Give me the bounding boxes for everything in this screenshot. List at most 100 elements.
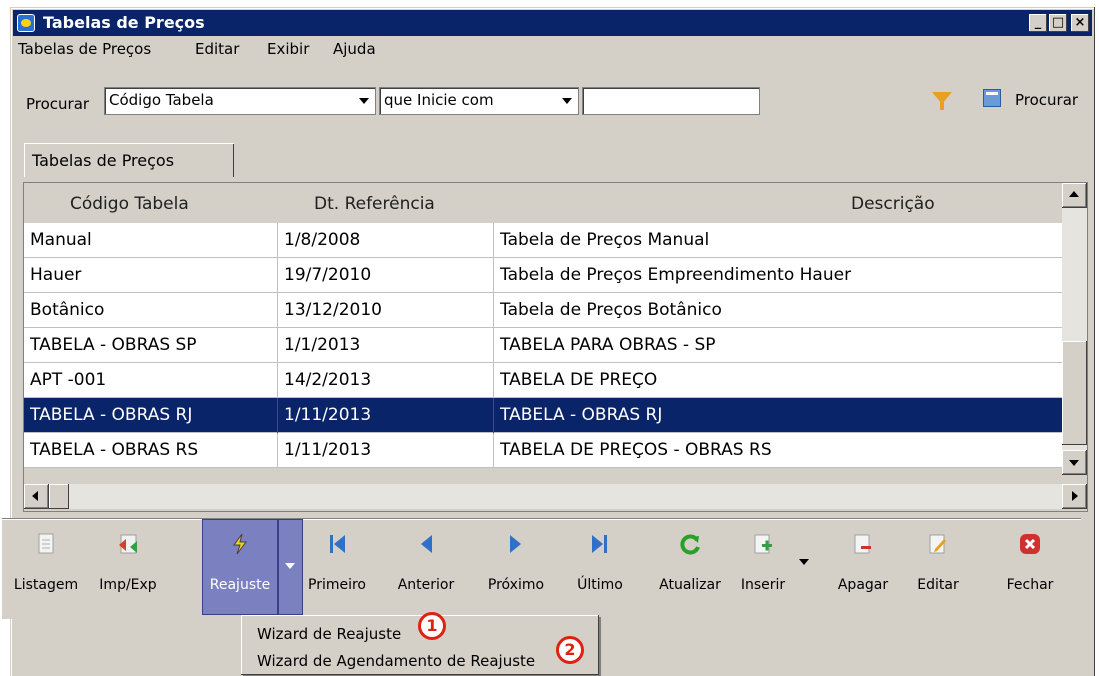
cell-codigo: TABELA - OBRAS RS <box>24 433 278 468</box>
next-record-icon <box>510 535 521 553</box>
search-window-icon[interactable] <box>983 89 1001 107</box>
first-record-icon <box>330 535 345 553</box>
menu-editar[interactable]: Editar <box>195 40 239 58</box>
editar-button[interactable]: Editar <box>912 519 964 615</box>
data-grid: Código Tabela Dt. Referência Descrição M… <box>23 182 1088 512</box>
cell-descricao: Tabela de Preços Botânico <box>500 300 722 320</box>
apagar-label: Apagar <box>837 577 889 593</box>
scroll-left-button[interactable] <box>24 484 49 509</box>
cell-data: 14/2/2013 <box>278 363 494 398</box>
proximo-label: Próximo <box>487 577 545 593</box>
cell-codigo: Manual <box>24 223 278 258</box>
document-icon <box>38 533 54 554</box>
arrow-up-icon <box>1069 191 1079 197</box>
window-title: Tabelas de Preços <box>43 13 205 32</box>
impexp-button[interactable]: Imp/Exp <box>88 519 168 615</box>
search-button[interactable]: Procurar <box>1015 91 1078 109</box>
atualizar-button[interactable]: Atualizar <box>652 519 728 615</box>
arrow-right-icon <box>1072 491 1078 501</box>
ultimo-button[interactable]: Último <box>574 519 626 615</box>
cell-descricao: TABELA DE PREÇOS - OBRAS RS <box>500 440 772 460</box>
close-icon <box>1020 534 1040 554</box>
menu-ajuda[interactable]: Ajuda <box>333 40 376 58</box>
scroll-up-button[interactable] <box>1062 183 1087 208</box>
menu-exibir[interactable]: Exibir <box>267 40 309 58</box>
menu-item-wizard-reajuste[interactable]: Wizard de Reajuste <box>257 625 401 643</box>
inserir-dropdown-arrow[interactable] <box>799 559 809 565</box>
cell-data: 13/12/2010 <box>278 293 494 328</box>
impexp-label: Imp/Exp <box>99 577 157 593</box>
cell-data: 1/1/2013 <box>278 328 494 363</box>
filter-icon[interactable] <box>932 92 952 110</box>
lightning-icon <box>233 533 247 555</box>
menu-tabelas[interactable]: Tabelas de Preços <box>18 40 151 58</box>
refresh-icon <box>680 534 700 555</box>
cell-data: 1/11/2013 <box>278 398 494 433</box>
cell-codigo: Hauer <box>24 258 278 293</box>
table-row-selected[interactable]: TABELA - OBRAS RJ 1/11/2013 TABELA - OBR… <box>24 398 1062 433</box>
table-row[interactable]: Botânico 13/12/2010 Tabela de Preços Bot… <box>24 293 1062 328</box>
search-condition-value: que Inicie com <box>384 91 494 109</box>
anterior-button[interactable]: Anterior <box>394 519 458 615</box>
app-icon <box>17 14 35 32</box>
add-document-icon <box>754 534 772 554</box>
column-header-codigo[interactable]: Código Tabela <box>70 194 189 214</box>
primeiro-button[interactable]: Primeiro <box>304 519 370 615</box>
table-row[interactable]: APT -001 14/2/2013 TABELA DE PREÇO <box>24 363 1062 398</box>
chevron-down-icon <box>562 98 572 104</box>
cell-codigo: APT -001 <box>24 363 278 398</box>
cell-data: 1/11/2013 <box>278 433 494 468</box>
menu-bar: Tabelas de Preços Editar Exibir Ajuda <box>13 38 1092 60</box>
delete-document-icon <box>854 534 871 554</box>
cell-descricao: TABELA DE PREÇO <box>500 370 658 390</box>
tab-tabelas-de-precos[interactable]: Tabelas de Preços <box>24 143 234 177</box>
search-field-value: Código Tabela <box>109 91 214 109</box>
horizontal-scrollbar[interactable] <box>24 484 1087 509</box>
fechar-label: Fechar <box>1006 577 1054 593</box>
hscroll-thumb[interactable] <box>49 484 69 509</box>
search-input[interactable] <box>582 87 760 115</box>
search-condition-select[interactable]: que Inicie com <box>379 87 579 115</box>
ultimo-label: Último <box>577 577 623 593</box>
cell-descricao: Tabela de Preços Manual <box>500 230 710 250</box>
title-bar[interactable]: Tabelas de Preços _ □ × <box>13 10 1092 36</box>
listagem-label: Listagem <box>13 577 79 593</box>
fechar-button[interactable]: Fechar <box>1000 519 1060 615</box>
cell-descricao: Tabela de Preços Empreendimento Hauer <box>500 265 852 285</box>
last-record-icon <box>592 535 607 553</box>
apagar-button[interactable]: Apagar <box>832 519 894 615</box>
arrow-left-icon <box>32 491 38 501</box>
table-row[interactable]: Hauer 19/7/2010 Tabela de Preços Empreen… <box>24 258 1062 293</box>
primeiro-label: Primeiro <box>308 577 366 593</box>
proximo-button[interactable]: Próximo <box>484 519 548 615</box>
table-row[interactable]: TABELA - OBRAS RS 1/11/2013 TABELA DE PR… <box>24 433 1062 468</box>
callout-badge-1: 1 <box>418 612 446 640</box>
table-row[interactable]: Manual 1/8/2008 Tabela de Preços Manual <box>24 223 1062 258</box>
scroll-right-button[interactable] <box>1062 484 1087 509</box>
vertical-scrollbar[interactable] <box>1062 183 1087 475</box>
edit-document-icon <box>929 534 946 554</box>
close-window-button[interactable]: × <box>1071 14 1089 32</box>
cell-codigo: TABELA - OBRAS RJ <box>24 398 278 433</box>
inserir-button[interactable]: Inserir <box>732 519 794 615</box>
minimize-button[interactable]: _ <box>1029 14 1047 32</box>
reajuste-button[interactable]: Reajuste <box>202 519 278 615</box>
cell-data: 19/7/2010 <box>278 258 494 293</box>
listagem-button[interactable]: Listagem <box>12 519 80 615</box>
reajuste-label: Reajuste <box>209 577 271 593</box>
search-field-select[interactable]: Código Tabela <box>104 87 376 115</box>
tab-label: Tabelas de Preços <box>32 151 175 170</box>
scroll-thumb[interactable] <box>1062 341 1087 445</box>
atualizar-label: Atualizar <box>659 577 721 593</box>
reajuste-dropdown-button[interactable] <box>278 519 303 615</box>
scroll-down-button[interactable] <box>1062 450 1087 475</box>
table-row[interactable]: TABELA - OBRAS SP 1/1/2013 TABELA PARA O… <box>24 328 1062 363</box>
column-header-data[interactable]: Dt. Referência <box>314 194 435 214</box>
arrow-down-icon <box>1069 460 1079 466</box>
chevron-down-icon <box>359 98 369 104</box>
import-export-icon <box>119 534 137 554</box>
bottom-toolbar: Listagem Imp/Exp Reajuste Primeiro Anter… <box>2 518 1081 619</box>
menu-item-wizard-agendamento[interactable]: Wizard de Agendamento de Reajuste <box>257 652 535 670</box>
maximize-button[interactable]: □ <box>1049 14 1067 32</box>
column-header-descricao[interactable]: Descrição <box>851 194 935 214</box>
